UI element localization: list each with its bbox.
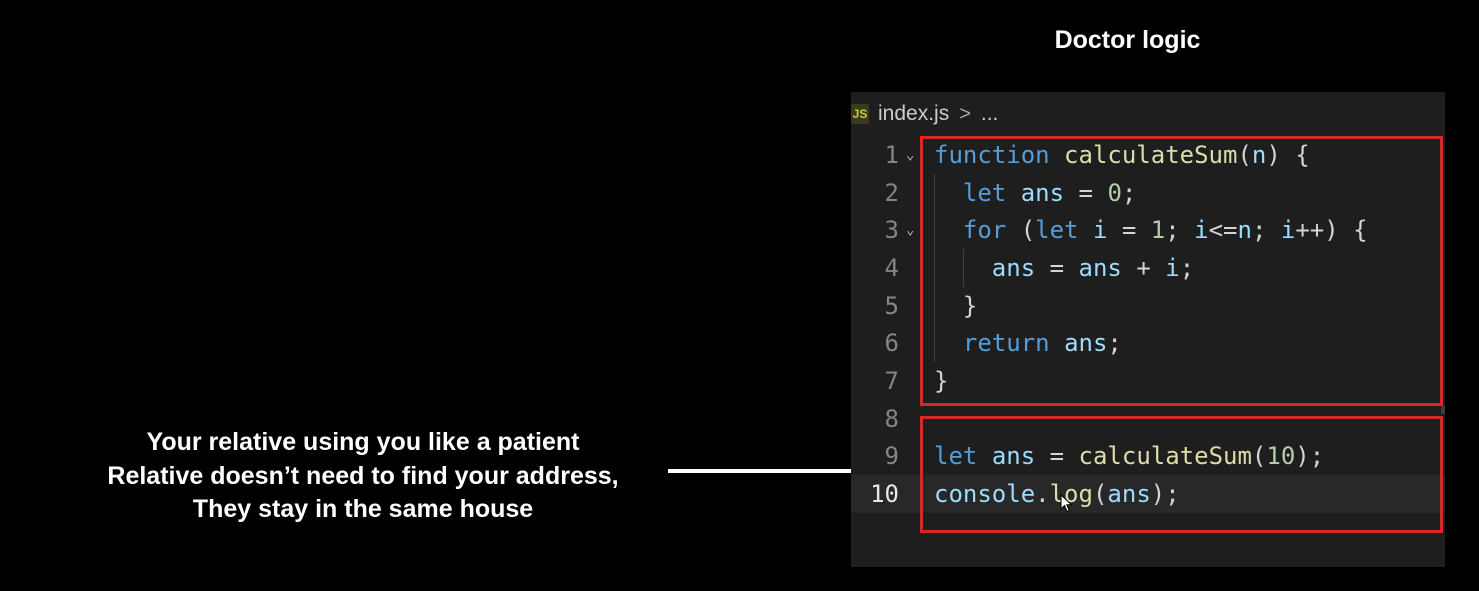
line-number: 7 [884,367,899,396]
breadcrumb-ellipsis[interactable]: ... [981,102,999,126]
js-file-icon: JS [851,104,869,124]
line-number: 4 [884,253,899,282]
slide-title: Doctor logic [1054,26,1201,54]
line-number: 8 [884,404,899,433]
caption-line-3: They stay in the same house [192,495,534,523]
chevron-down-icon[interactable]: ⌄ [906,222,914,238]
caption-line-2: Relative doesn’t need to find your addre… [107,461,619,490]
line-number: 9 [884,442,899,471]
caption-line-1: Your relative using you like a patient [146,428,580,456]
breadcrumb[interactable]: JS index.js > ... [851,92,1445,136]
chevron-right-icon: > [959,102,971,125]
line-number: 1 [884,140,899,169]
caption: Your relative using you like a patient R… [70,426,656,527]
line-number: 6 [884,329,899,358]
chevron-down-icon[interactable]: ⌄ [906,147,914,163]
line-number: 10 [870,480,899,509]
line-number: 2 [884,178,899,207]
call-highlight-box [920,416,1443,533]
breadcrumb-file[interactable]: index.js [878,102,949,126]
scrollbar-marker[interactable] [1441,406,1445,414]
line-number: 3 [884,216,899,245]
function-highlight-box [920,136,1443,406]
mouse-cursor-icon [1060,494,1073,513]
line-number: 5 [884,291,899,320]
